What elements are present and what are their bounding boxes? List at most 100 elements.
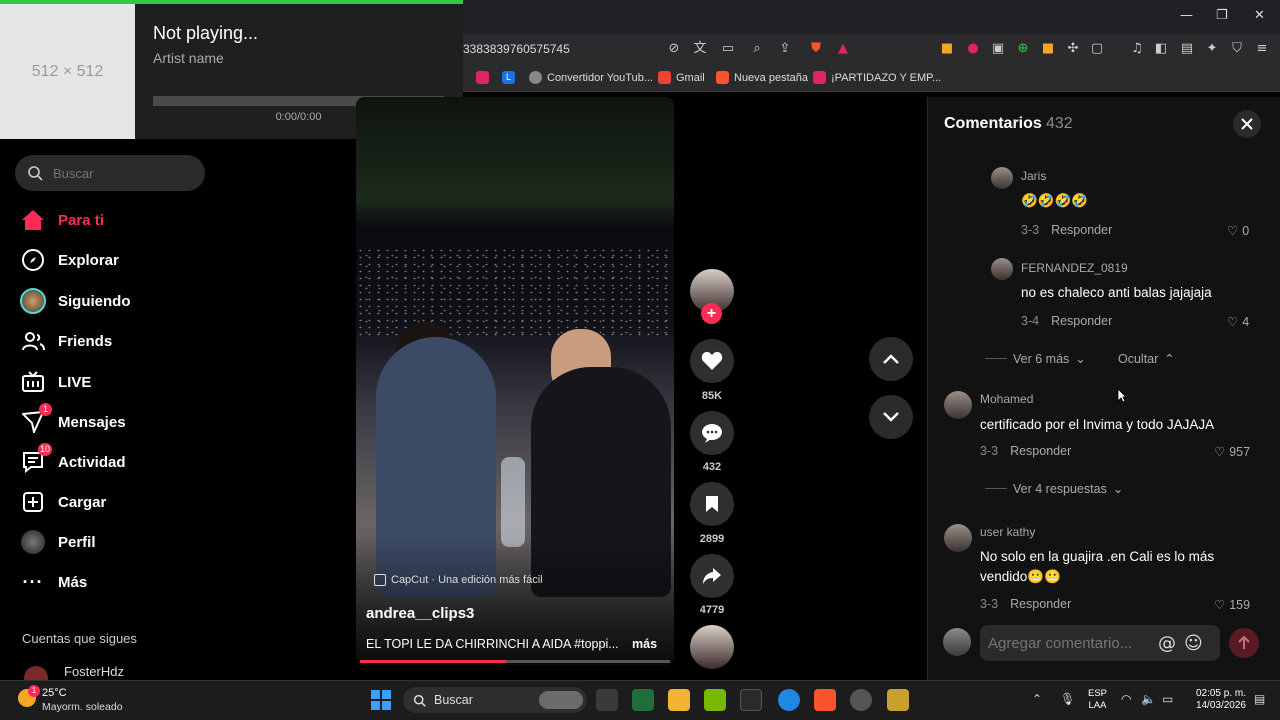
app-icon-green[interactable]	[632, 689, 654, 711]
extension-orange-icon[interactable]: ■	[1040, 41, 1056, 57]
notification-icon[interactable]: ▤	[1254, 692, 1265, 706]
extension-icon[interactable]: ■	[939, 41, 955, 57]
bookmark-youtube[interactable]	[476, 71, 489, 84]
media-control-icon[interactable]: ♫	[1129, 41, 1145, 57]
comment-avatar[interactable]	[991, 258, 1013, 280]
caption-more-button[interactable]: más	[632, 637, 657, 651]
comment-user[interactable]: FERNANDEZ_0819	[1021, 261, 1128, 275]
file-explorer-icon[interactable]	[668, 689, 690, 711]
bookmark-gmail[interactable]: Gmail	[658, 71, 705, 84]
search-input[interactable]	[53, 165, 193, 181]
close-window-icon[interactable]: ✕	[1254, 8, 1265, 23]
reply-button[interactable]: Responder	[1051, 314, 1112, 328]
next-video-button[interactable]	[869, 395, 913, 439]
following-account-name[interactable]: FosterHdz	[64, 664, 124, 679]
comment-like-button[interactable]: ♡ 957	[1214, 444, 1250, 460]
sidebar-item-cargar[interactable]: Cargar	[20, 486, 106, 518]
next-author-avatar[interactable]	[690, 625, 734, 669]
comment-avatar[interactable]	[944, 524, 972, 552]
capcut-label[interactable]: CapCut · Una edición más fácil	[374, 574, 543, 586]
follow-plus-button[interactable]: +	[701, 303, 722, 324]
system-clock[interactable]: 02:05 p. m. 14/03/2026	[1188, 688, 1246, 712]
comment-input[interactable]	[988, 634, 1148, 652]
sidebar-toggle-icon[interactable]: ◧	[1153, 41, 1169, 57]
comment-like-button[interactable]: ♡ 0	[1227, 223, 1249, 239]
sidebar-item-live[interactable]: LIVE	[20, 366, 91, 398]
taskbar-search[interactable]: Buscar	[403, 687, 587, 713]
sidebar-item-para-ti[interactable]: Para ti	[20, 204, 104, 236]
video-progress-bar[interactable]	[360, 660, 670, 663]
nvidia-icon[interactable]	[704, 689, 726, 711]
url-text[interactable]: 3383839760575745	[463, 42, 570, 56]
view-replies-button[interactable]: Ver 4 respuestas ⌄	[985, 481, 1123, 496]
brave-shields-icon[interactable]: ⛊	[808, 41, 824, 57]
volume-icon[interactable]: 🔈	[1141, 692, 1156, 706]
language-indicator[interactable]: ESP LAA	[1088, 688, 1107, 712]
extension-box-icon[interactable]: ▢	[1089, 41, 1105, 57]
capcut-app-icon[interactable]	[740, 689, 762, 711]
extensions-puzzle-icon[interactable]: ✣	[1065, 41, 1081, 57]
vpn-icon[interactable]: ⛉	[1229, 41, 1245, 57]
reply-button[interactable]: Responder	[1010, 444, 1071, 458]
comment-button[interactable]	[690, 411, 734, 455]
extension-image-icon[interactable]: ▣	[990, 41, 1006, 57]
tray-overflow-icon[interactable]: ⌃	[1032, 692, 1042, 706]
sidebar-item-explorar[interactable]: Explorar	[20, 244, 119, 276]
send-comment-button[interactable]	[1229, 628, 1259, 658]
reply-button[interactable]: Responder	[1051, 223, 1112, 237]
menu-icon[interactable]: ≡	[1254, 41, 1270, 57]
close-comments-button[interactable]	[1233, 110, 1261, 138]
brave-rewards-icon[interactable]: ▲	[835, 41, 851, 57]
zoom-icon[interactable]: ⌕	[749, 41, 765, 57]
wallet-icon[interactable]: ▤	[1179, 41, 1195, 57]
view-more-replies-button[interactable]: Ver 6 más ⌄	[985, 351, 1086, 366]
video-player[interactable]: CapCut · Una edición más fácil andrea__c…	[356, 97, 674, 665]
hide-replies-button[interactable]: Ocultar ⌃	[1118, 351, 1175, 367]
comment-user[interactable]: Jaris	[1021, 169, 1046, 183]
mention-icon[interactable]: @	[1158, 633, 1176, 654]
wifi-icon[interactable]: ◠	[1121, 692, 1131, 706]
weather-description[interactable]: Mayorm. soleado	[42, 701, 123, 713]
comment-avatar[interactable]	[944, 391, 972, 419]
reply-button[interactable]: Responder	[1010, 597, 1071, 611]
sidebar-item-actividad[interactable]: 10 Actividad	[20, 443, 126, 478]
comment-user[interactable]: user kathy	[980, 525, 1035, 539]
app-icon-yellow[interactable]	[887, 689, 909, 711]
comment-user[interactable]: Mohamed	[980, 392, 1033, 406]
comment-input-box[interactable]: @ ☺	[980, 625, 1220, 661]
edge-icon[interactable]	[778, 689, 800, 711]
sidebar-item-friends[interactable]: Friends	[20, 325, 112, 357]
leo-ai-icon[interactable]: ✦	[1204, 41, 1220, 57]
translate-icon[interactable]: 文	[692, 41, 708, 57]
minimize-icon[interactable]: —	[1180, 8, 1193, 23]
bookmark-l[interactable]: L	[502, 71, 515, 84]
task-view-icon[interactable]	[596, 689, 618, 711]
cast-icon[interactable]: ▭	[720, 41, 736, 57]
reader-off-icon[interactable]: ⊘	[666, 41, 682, 57]
comment-like-button[interactable]: ♡ 4	[1227, 314, 1249, 330]
settings-icon[interactable]	[850, 689, 872, 711]
previous-video-button[interactable]	[869, 337, 913, 381]
sidebar-item-siguiendo[interactable]: Siguiendo	[20, 285, 131, 317]
share-button[interactable]	[690, 554, 734, 598]
sidebar-search[interactable]	[15, 155, 205, 191]
video-author[interactable]: andrea__clips3	[366, 605, 474, 622]
comment-like-button[interactable]: ♡ 159	[1214, 597, 1250, 613]
extension-record-icon[interactable]: ●	[965, 41, 981, 57]
share-icon[interactable]: ⇪	[777, 41, 793, 57]
start-button[interactable]	[371, 690, 391, 710]
sidebar-item-mensajes[interactable]: 1 Mensajes	[20, 403, 126, 438]
microphone-icon[interactable]: 🎙	[1060, 692, 1075, 706]
maximize-icon[interactable]: ❐	[1216, 8, 1228, 23]
bookmark-nueva-pestana[interactable]: Nueva pestaña	[716, 71, 808, 84]
sidebar-item-mas[interactable]: ··· Más	[20, 566, 88, 598]
battery-icon[interactable]: ▭	[1162, 692, 1173, 706]
weather-temperature[interactable]: 25°C	[42, 687, 67, 699]
like-button[interactable]	[690, 339, 734, 383]
emoji-icon[interactable]: ☺	[1184, 633, 1203, 654]
brave-browser-icon[interactable]	[814, 689, 836, 711]
bookmark-partidazo[interactable]: ¡PARTIDAZO Y EMP...	[813, 71, 941, 84]
sidebar-item-perfil[interactable]: Perfil	[20, 526, 96, 558]
bookmark-convertidor[interactable]: Convertidor YouTub...	[529, 71, 653, 84]
comment-avatar[interactable]	[991, 167, 1013, 189]
